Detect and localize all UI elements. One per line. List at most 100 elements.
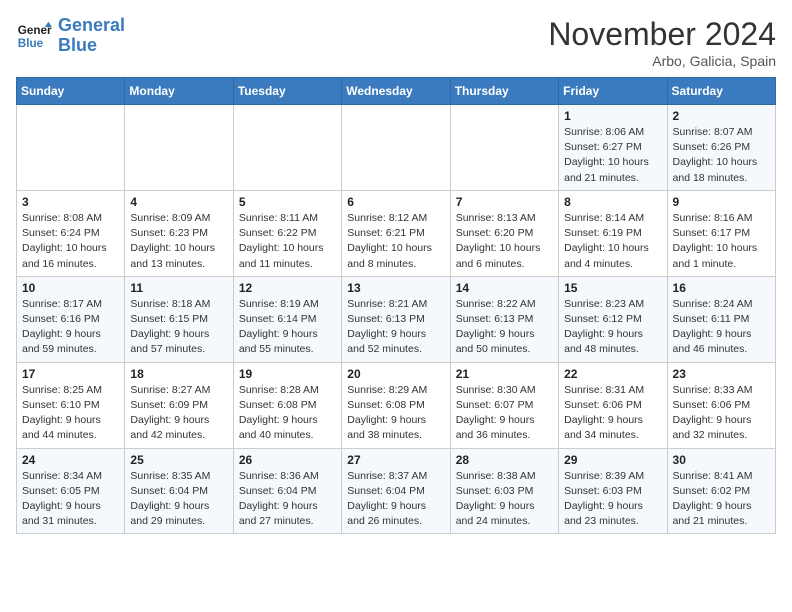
day-number: 5 [239, 195, 336, 209]
day-number: 4 [130, 195, 227, 209]
weekday-header-friday: Friday [559, 78, 667, 105]
day-number: 30 [673, 453, 770, 467]
day-number: 8 [564, 195, 661, 209]
calendar-table: SundayMondayTuesdayWednesdayThursdayFrid… [16, 77, 776, 534]
day-number: 13 [347, 281, 444, 295]
calendar-cell [17, 105, 125, 191]
day-number: 15 [564, 281, 661, 295]
calendar-cell [342, 105, 450, 191]
weekday-header-tuesday: Tuesday [233, 78, 341, 105]
day-info: Sunrise: 8:29 AMSunset: 6:08 PMDaylight:… [347, 383, 444, 444]
day-info: Sunrise: 8:28 AMSunset: 6:08 PMDaylight:… [239, 383, 336, 444]
calendar-cell: 23 Sunrise: 8:33 AMSunset: 6:06 PMDayligh… [667, 362, 775, 448]
calendar-cell: 6 Sunrise: 8:12 AMSunset: 6:21 PMDaylight… [342, 190, 450, 276]
day-number: 23 [673, 367, 770, 381]
day-info: Sunrise: 8:18 AMSunset: 6:15 PMDaylight:… [130, 297, 227, 358]
day-info: Sunrise: 8:17 AMSunset: 6:16 PMDaylight:… [22, 297, 119, 358]
calendar-cell: 8 Sunrise: 8:14 AMSunset: 6:19 PMDaylight… [559, 190, 667, 276]
day-number: 11 [130, 281, 227, 295]
calendar-cell: 16Sunrise: 8:24 AMSunset: 6:11 PMDayligh… [667, 276, 775, 362]
day-info: Sunrise: 8:34 AMSunset: 6:05 PMDaylight:… [22, 469, 119, 530]
location: Arbo, Galicia, Spain [548, 53, 776, 69]
day-info: Sunrise: 8:36 AMSunset: 6:04 PMDaylight:… [239, 469, 336, 530]
weekday-header-wednesday: Wednesday [342, 78, 450, 105]
day-number: 21 [456, 367, 553, 381]
day-info: Sunrise: 8:27 AMSunset: 6:09 PMDaylight:… [130, 383, 227, 444]
day-number: 27 [347, 453, 444, 467]
day-info: Sunrise: 8:13 AMSunset: 6:20 PMDaylight:… [456, 211, 553, 272]
day-info: Sunrise: 8:37 AMSunset: 6:04 PMDaylight:… [347, 469, 444, 530]
day-info: Sunrise: 8:35 AMSunset: 6:04 PMDaylight:… [130, 469, 227, 530]
calendar-cell: 20 Sunrise: 8:29 AMSunset: 6:08 PMDayligh… [342, 362, 450, 448]
logo: General Blue GeneralBlue [16, 16, 125, 56]
day-info: Sunrise: 8:23 AMSunset: 6:12 PMDaylight:… [564, 297, 661, 358]
calendar-cell: 18 Sunrise: 8:27 AMSunset: 6:09 PMDayligh… [125, 362, 233, 448]
logo-text: GeneralBlue [58, 16, 125, 56]
calendar-cell: 21Sunrise: 8:30 AMSunset: 6:07 PMDayligh… [450, 362, 558, 448]
day-number: 29 [564, 453, 661, 467]
day-info: Sunrise: 8:39 AMSunset: 6:03 PMDaylight:… [564, 469, 661, 530]
calendar-cell [233, 105, 341, 191]
day-number: 20 [347, 367, 444, 381]
calendar-cell: 3Sunrise: 8:08 AMSunset: 6:24 PMDaylight… [17, 190, 125, 276]
weekday-header-monday: Monday [125, 78, 233, 105]
day-number: 6 [347, 195, 444, 209]
day-info: Sunrise: 8:38 AMSunset: 6:03 PMDaylight:… [456, 469, 553, 530]
day-number: 12 [239, 281, 336, 295]
day-info: Sunrise: 8:06 AMSunset: 6:27 PMDaylight:… [564, 125, 661, 186]
day-number: 1 [564, 109, 661, 123]
day-info: Sunrise: 8:16 AMSunset: 6:17 PMDaylight:… [673, 211, 770, 272]
day-number: 22 [564, 367, 661, 381]
day-number: 28 [456, 453, 553, 467]
calendar-cell: 7 Sunrise: 8:13 AMSunset: 6:20 PMDaylight… [450, 190, 558, 276]
calendar-cell: 9Sunrise: 8:16 AMSunset: 6:17 PMDaylight… [667, 190, 775, 276]
calendar-cell: 29 Sunrise: 8:39 AMSunset: 6:03 PMDayligh… [559, 448, 667, 534]
calendar-cell [450, 105, 558, 191]
calendar-cell: 2 Sunrise: 8:07 AMSunset: 6:26 PMDaylight… [667, 105, 775, 191]
calendar-week-2: 3Sunrise: 8:08 AMSunset: 6:24 PMDaylight… [17, 190, 776, 276]
day-info: Sunrise: 8:33 AMSunset: 6:06 PMDaylight:… [673, 383, 770, 444]
calendar-week-1: 1 Sunrise: 8:06 AMSunset: 6:27 PMDaylight… [17, 105, 776, 191]
calendar-cell: 13 Sunrise: 8:21 AMSunset: 6:13 PMDayligh… [342, 276, 450, 362]
day-info: Sunrise: 8:41 AMSunset: 6:02 PMDaylight:… [673, 469, 770, 530]
day-number: 24 [22, 453, 119, 467]
svg-text:Blue: Blue [18, 37, 44, 50]
weekday-header-row: SundayMondayTuesdayWednesdayThursdayFrid… [17, 78, 776, 105]
day-number: 25 [130, 453, 227, 467]
calendar-cell: 25 Sunrise: 8:35 AMSunset: 6:04 PMDayligh… [125, 448, 233, 534]
calendar-cell: 24 Sunrise: 8:34 AMSunset: 6:05 PMDayligh… [17, 448, 125, 534]
day-info: Sunrise: 8:25 AMSunset: 6:10 PMDaylight:… [22, 383, 119, 444]
day-info: Sunrise: 8:24 AMSunset: 6:11 PMDaylight:… [673, 297, 770, 358]
day-info: Sunrise: 8:31 AMSunset: 6:06 PMDaylight:… [564, 383, 661, 444]
day-number: 26 [239, 453, 336, 467]
calendar-week-3: 10 Sunrise: 8:17 AMSunset: 6:16 PMDayligh… [17, 276, 776, 362]
calendar-cell: 30 Sunrise: 8:41 AMSunset: 6:02 PMDayligh… [667, 448, 775, 534]
calendar-cell: 26 Sunrise: 8:36 AMSunset: 6:04 PMDayligh… [233, 448, 341, 534]
day-info: Sunrise: 8:07 AMSunset: 6:26 PMDaylight:… [673, 125, 770, 186]
calendar-cell: 10 Sunrise: 8:17 AMSunset: 6:16 PMDayligh… [17, 276, 125, 362]
day-info: Sunrise: 8:14 AMSunset: 6:19 PMDaylight:… [564, 211, 661, 272]
weekday-header-thursday: Thursday [450, 78, 558, 105]
day-number: 10 [22, 281, 119, 295]
calendar-cell: 15 Sunrise: 8:23 AMSunset: 6:12 PMDayligh… [559, 276, 667, 362]
day-number: 18 [130, 367, 227, 381]
calendar-week-4: 17 Sunrise: 8:25 AMSunset: 6:10 PMDayligh… [17, 362, 776, 448]
day-number: 14 [456, 281, 553, 295]
day-number: 3 [22, 195, 119, 209]
calendar-cell: 11 Sunrise: 8:18 AMSunset: 6:15 PMDayligh… [125, 276, 233, 362]
day-info: Sunrise: 8:12 AMSunset: 6:21 PMDaylight:… [347, 211, 444, 272]
title-block: November 2024 Arbo, Galicia, Spain [548, 16, 776, 69]
weekday-header-saturday: Saturday [667, 78, 775, 105]
calendar-cell: 12Sunrise: 8:19 AMSunset: 6:14 PMDayligh… [233, 276, 341, 362]
day-number: 7 [456, 195, 553, 209]
calendar-cell: 19Sunrise: 8:28 AMSunset: 6:08 PMDayligh… [233, 362, 341, 448]
day-number: 17 [22, 367, 119, 381]
day-info: Sunrise: 8:22 AMSunset: 6:13 PMDaylight:… [456, 297, 553, 358]
day-number: 2 [673, 109, 770, 123]
page-header: General Blue GeneralBlue November 2024 A… [16, 16, 776, 69]
calendar-cell: 17 Sunrise: 8:25 AMSunset: 6:10 PMDayligh… [17, 362, 125, 448]
day-info: Sunrise: 8:21 AMSunset: 6:13 PMDaylight:… [347, 297, 444, 358]
calendar-cell: 14 Sunrise: 8:22 AMSunset: 6:13 PMDayligh… [450, 276, 558, 362]
logo-icon: General Blue [16, 18, 52, 54]
month-title: November 2024 [548, 16, 776, 53]
